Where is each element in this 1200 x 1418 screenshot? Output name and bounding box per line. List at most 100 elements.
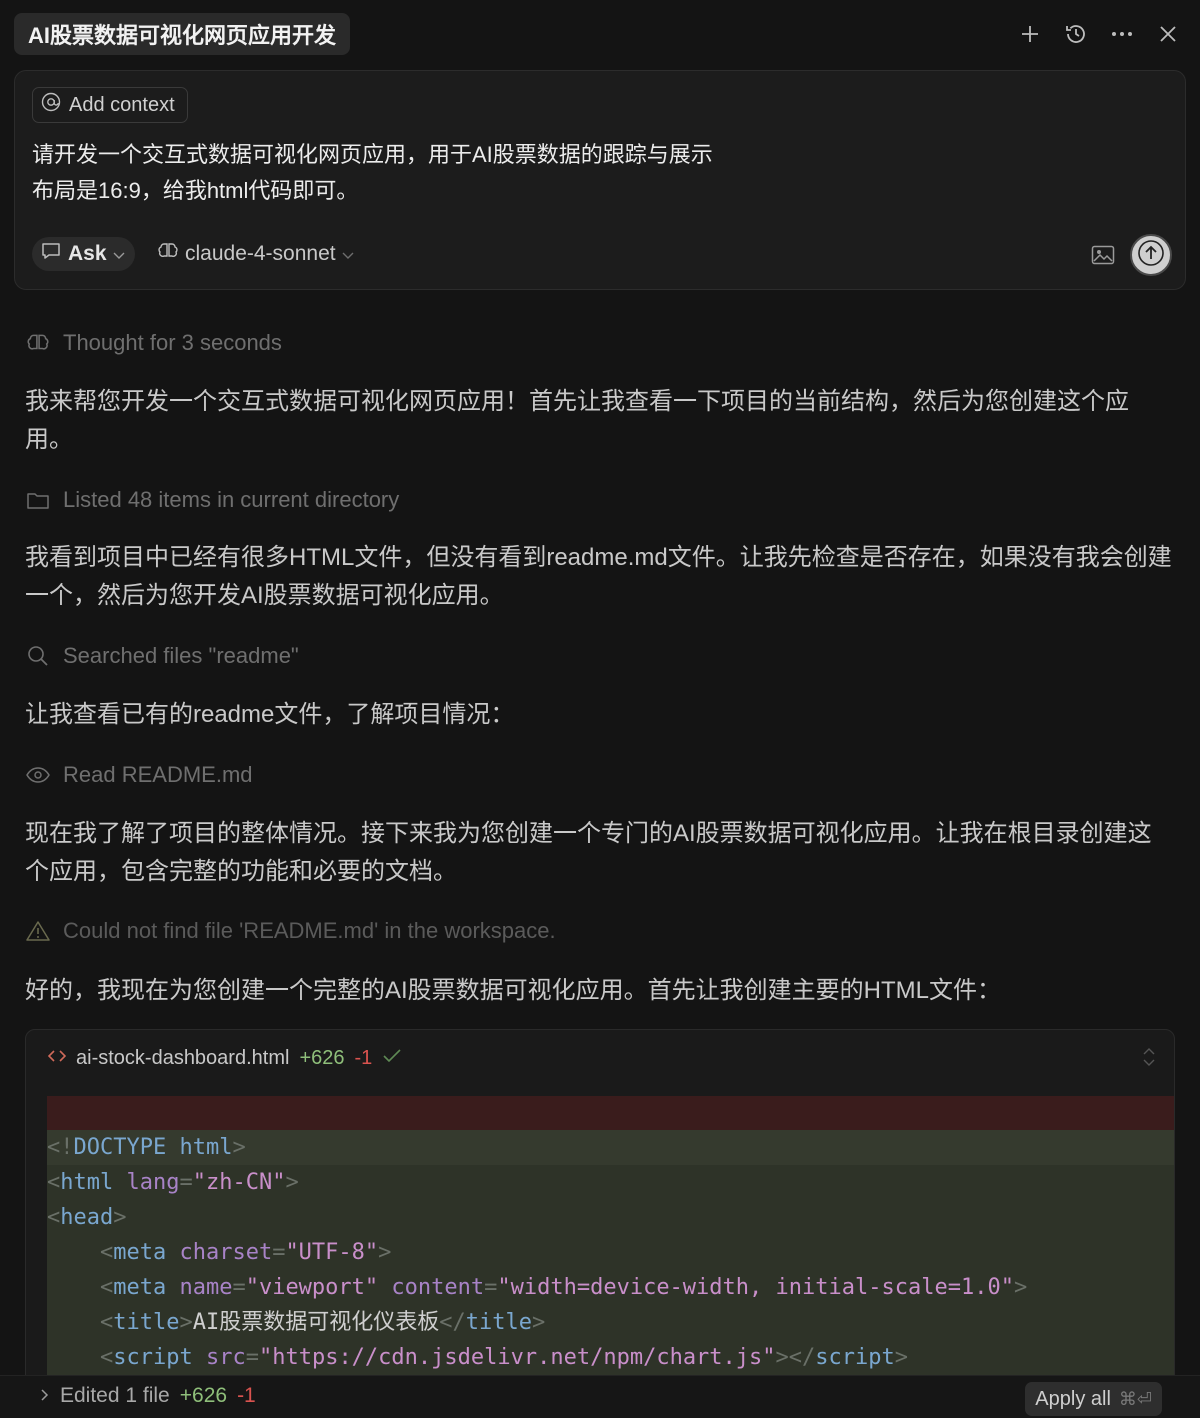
code-token: > — [531, 1310, 546, 1335]
plus-icon[interactable] — [1016, 18, 1044, 50]
code-token: content — [391, 1275, 485, 1300]
mode-selector[interactable]: Ask — [32, 237, 135, 271]
code-token: <! — [47, 1135, 74, 1160]
edited-deletions: -1 — [237, 1384, 256, 1407]
searched-label: Searched files "readme" — [63, 643, 299, 668]
code-line: <head> — [47, 1200, 1174, 1235]
chevron-down-icon — [342, 242, 354, 266]
header-actions — [1016, 18, 1182, 50]
code-token: > — [1013, 1275, 1028, 1300]
code-token: > — [285, 1170, 299, 1195]
apply-all-button[interactable]: Apply all ⌘⏎ — [1025, 1382, 1162, 1416]
code-token: title — [113, 1310, 180, 1335]
code-token: < — [99, 1310, 114, 1335]
code-token: > — [113, 1205, 127, 1230]
listed-label: Listed 48 items in current directory — [63, 487, 400, 512]
prompt-line-1[interactable]: 请开发一个交互式数据可视化网页应用，用于AI股票数据的跟踪与展示 — [32, 137, 713, 169]
chevron-right-icon — [40, 1384, 50, 1408]
code-token: = — [484, 1275, 498, 1300]
add-context-label: Add context — [69, 93, 175, 116]
edits-summary-bar: Edited 1 file +626 -1 Apply all ⌘⏎ — [0, 1375, 1200, 1418]
deleted-line — [47, 1096, 1174, 1130]
edited-label: Edited 1 file — [60, 1384, 170, 1407]
code-diff-area: <!DOCTYPE html> <html lang="zh-CN"> <head>… — [47, 1096, 1174, 1375]
assistant-message-5: 好的，我现在为您创建一个完整的AI股票数据可视化应用。首先让我创建主要的HTML… — [25, 977, 1002, 1004]
code-deletions: -1 — [354, 1046, 373, 1069]
code-token: < — [99, 1275, 114, 1300]
code-token: head — [60, 1205, 114, 1230]
assistant-message-2: 我看到项目中已经有很多HTML文件，但没有看到readme.md文件。让我先检查… — [25, 544, 1172, 609]
close-icon[interactable] — [1154, 18, 1182, 50]
brain-icon — [25, 330, 51, 356]
code-token: src — [205, 1345, 246, 1370]
code-token: lang — [126, 1170, 180, 1195]
thought-indicator[interactable]: Thought for 3 seconds — [25, 327, 282, 359]
code-token: DOCTYPE html — [73, 1135, 233, 1160]
code-filename[interactable]: ai-stock-dashboard.html — [76, 1047, 289, 1070]
code-token: > — [378, 1240, 392, 1265]
code-card-header[interactable]: ai-stock-dashboard.html +626 -1 — [26, 1030, 1174, 1086]
composer: Add context 请开发一个交互式数据可视化网页应用，用于AI股票数据的跟… — [14, 70, 1186, 290]
code-token: > — [179, 1310, 193, 1335]
code-token: "viewport" — [245, 1275, 379, 1300]
model-selector[interactable]: claude-4-sonnet — [157, 237, 354, 271]
code-token: meta — [113, 1275, 167, 1300]
chat-bubble-icon — [40, 241, 62, 267]
image-icon[interactable] — [1089, 241, 1117, 269]
code-token: name — [179, 1275, 233, 1300]
code-token: AI股票数据可视化仪表板 — [192, 1310, 440, 1335]
assistant-message-4: 现在我了解了项目的整体情况。接下来我为您创建一个专门的AI股票数据可视化应用。让… — [25, 820, 1152, 885]
search-icon — [25, 643, 51, 669]
code-token: script — [113, 1345, 193, 1370]
listed-items-step[interactable]: Listed 48 items in current directory — [25, 484, 399, 516]
brain-icon — [157, 241, 179, 267]
assistant-message-1: 我来帮您开发一个交互式数据可视化网页应用！首先让我查看一下项目的当前结构，然后为… — [25, 388, 1129, 453]
code-token: < — [47, 1170, 61, 1195]
code-token: "https://cdn.jsdelivr.net/npm/chart.js" — [258, 1345, 776, 1370]
code-token: meta — [113, 1240, 167, 1265]
at-icon — [41, 92, 61, 118]
code-line: <title>AI股票数据可视化仪表板</title> — [47, 1305, 1174, 1340]
history-icon[interactable] — [1062, 18, 1090, 50]
send-button[interactable] — [1130, 234, 1172, 276]
read-label: Read README.md — [63, 762, 253, 787]
more-icon[interactable] — [1108, 18, 1136, 50]
code-token: charset — [179, 1240, 273, 1265]
code-token: < — [47, 1205, 61, 1230]
code-token: "width=device-width, initial-scale=1.0" — [497, 1275, 1014, 1300]
code-token: ></ — [775, 1345, 816, 1370]
code-token: = — [272, 1240, 286, 1265]
code-token: script — [815, 1345, 895, 1370]
code-line: <script src="https://cdn.jsdelivr.net/np… — [47, 1340, 1174, 1375]
read-file-step[interactable]: Read README.md — [25, 759, 253, 791]
code-token: < — [99, 1345, 114, 1370]
warning-icon — [25, 918, 51, 944]
code-token: title — [465, 1310, 532, 1335]
code-token: "zh-CN" — [192, 1170, 286, 1195]
mode-label: Ask — [68, 242, 107, 265]
shortcut-hint: ⌘⏎ — [1118, 1388, 1152, 1409]
code-token: > — [232, 1135, 246, 1160]
search-step[interactable]: Searched files "readme" — [25, 640, 299, 672]
code-line: <meta name="viewport" content="width=dev… — [47, 1270, 1174, 1305]
expand-collapse-icon[interactable] — [1142, 1047, 1156, 1073]
eye-icon — [25, 762, 51, 788]
apply-all-label: Apply all — [1035, 1387, 1111, 1410]
prompt-line-2[interactable]: 布局是16:9，给我html代码即可。 — [32, 173, 358, 205]
edited-files-toggle[interactable]: Edited 1 file +626 -1 — [40, 1384, 256, 1408]
add-context-button[interactable]: Add context — [32, 87, 188, 123]
chat-title-tab[interactable]: AI股票数据可视化网页应用开发 — [14, 13, 351, 55]
code-token: </ — [439, 1310, 466, 1335]
code-line: <meta charset="UTF-8"> — [47, 1235, 1174, 1270]
warning-step: Could not find file 'README.md' in the w… — [25, 915, 556, 947]
assistant-message-3: 让我查看已有的readme文件，了解项目情况： — [25, 701, 515, 728]
check-icon — [382, 1047, 402, 1070]
